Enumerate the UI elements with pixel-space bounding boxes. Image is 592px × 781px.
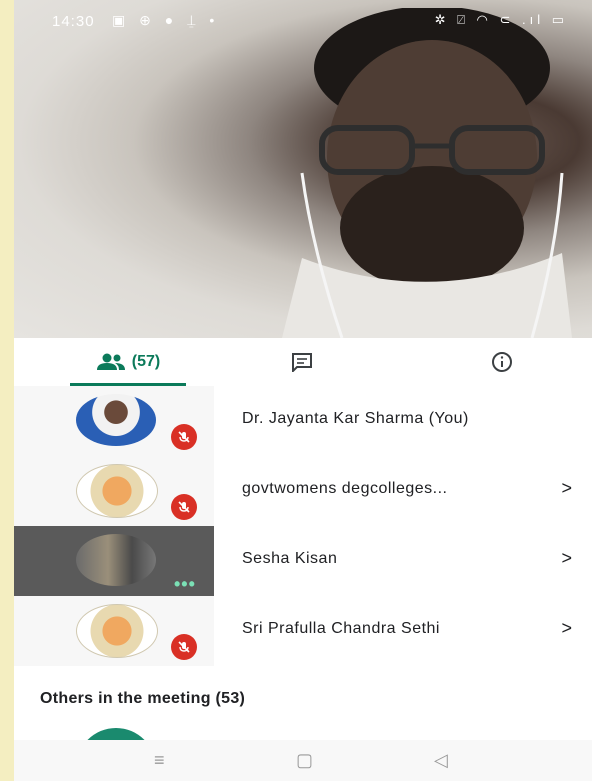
mic-off-icon	[171, 634, 197, 660]
participant-row[interactable]: govtwomens degcolleges... >	[14, 456, 592, 526]
avatar	[76, 394, 156, 446]
college-logo-avatar	[76, 464, 158, 518]
meeting-tabs: (57)	[14, 338, 592, 387]
status-bar: 14:30 ▣ ⊕ ● ⍊ • ✲ ⍁ ◠ ⊂ .ıl ▭	[14, 0, 592, 40]
participant-thumbnail	[14, 386, 214, 456]
status-time: 14:30	[52, 13, 95, 30]
tab-chat[interactable]	[282, 338, 322, 386]
self-video-feed[interactable]: 14:30 ▣ ⊕ ● ⍊ • ✲ ⍁ ◠ ⊂ .ıl ▭	[14, 0, 592, 338]
system-nav-bar: ≡ ▢ ◁	[14, 740, 592, 781]
mic-off-icon	[171, 494, 197, 520]
participant-thumbnail	[14, 456, 214, 526]
participant-thumbnail	[14, 596, 214, 666]
participant-name: govtwomens degcolleges...	[242, 480, 448, 497]
back-icon[interactable]: ◁	[434, 750, 448, 771]
participant-row[interactable]: Sri Prafulla Chandra Sethi >	[14, 596, 592, 666]
people-count: (57)	[131, 353, 161, 370]
status-notification-icons: ▣ ⊕ ● ⍊ •	[112, 12, 220, 28]
menu-icon[interactable]: ≡	[154, 750, 165, 771]
people-icon	[96, 353, 125, 370]
participant-name: Dr. Jayanta Kar Sharma (You)	[242, 410, 469, 427]
others-heading: Others in the meeting (53)	[40, 690, 246, 707]
participant-row[interactable]: ••• Sesha Kisan >	[14, 526, 592, 596]
college-logo-avatar	[76, 604, 158, 658]
participant-video-person	[282, 8, 572, 338]
chat-icon	[292, 353, 312, 372]
participant-thumbnail: •••	[14, 526, 214, 596]
chevron-right-icon[interactable]: >	[561, 548, 572, 569]
phone-screen: 14:30 ▣ ⊕ ● ⍊ • ✲ ⍁ ◠ ⊂ .ıl ▭ (57) Dr. J…	[14, 0, 592, 781]
tab-info[interactable]	[482, 338, 522, 386]
status-system-icons: ✲ ⍁ ◠ ⊂ .ıl ▭	[434, 12, 568, 27]
home-icon[interactable]: ▢	[296, 750, 313, 771]
chevron-right-icon[interactable]: >	[561, 478, 572, 499]
chevron-right-icon[interactable]: >	[561, 618, 572, 639]
avatar	[76, 534, 156, 586]
info-icon	[492, 352, 512, 372]
participant-row[interactable]: Dr. Jayanta Kar Sharma (You)	[14, 386, 592, 456]
participant-name: Sesha Kisan	[242, 550, 338, 567]
mic-off-icon	[171, 424, 197, 450]
speaking-indicator-icon: •••	[174, 574, 196, 594]
participant-name: Sri Prafulla Chandra Sethi	[242, 620, 440, 637]
tab-people[interactable]: (57)	[70, 338, 186, 386]
